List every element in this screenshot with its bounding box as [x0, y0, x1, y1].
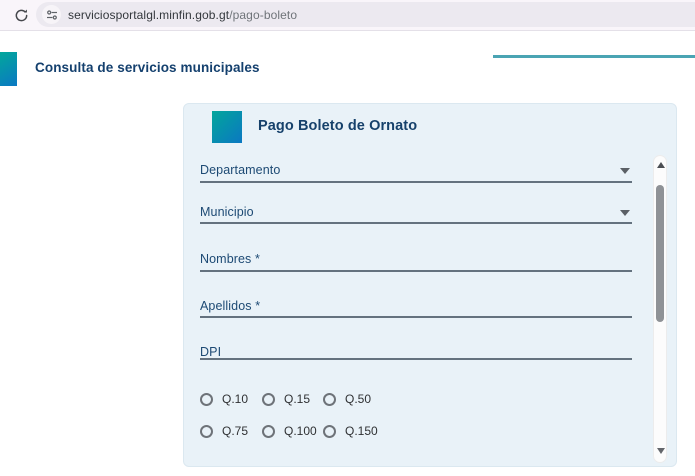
url-path: /pago-boleto [229, 7, 298, 22]
nombres-field-label: Nombres * [200, 252, 260, 266]
apellidos-field-label: Apellidos * [200, 299, 261, 313]
radio-circle-icon [323, 392, 336, 406]
departamento-select[interactable] [200, 181, 632, 183]
radio-q150[interactable]: Q.150 [323, 424, 378, 438]
site-info-button[interactable] [42, 5, 61, 24]
browser-toolbar: serviciosportalgl.minfin.gob.gt/pago-bol… [0, 0, 695, 31]
radio-q15[interactable]: Q.15 [262, 392, 310, 406]
municipio-select-label: Municipio [200, 205, 254, 219]
radio-circle-icon [200, 392, 213, 406]
pago-boleto-card [183, 103, 677, 467]
radio-q50[interactable]: Q.50 [323, 392, 371, 406]
url-bar[interactable]: serviciosportalgl.minfin.gob.gt/pago-bol… [36, 2, 695, 27]
radio-q10-label: Q.10 [222, 392, 249, 406]
radio-circle-icon [262, 392, 275, 406]
arrow-up-icon[interactable] [657, 162, 665, 168]
radio-q100[interactable]: Q.100 [262, 424, 317, 438]
tune-icon [46, 9, 58, 21]
radio-q50-label: Q.50 [345, 392, 372, 406]
chevron-down-icon[interactable] [620, 168, 630, 174]
municipio-select[interactable] [200, 222, 632, 224]
apellidos-field[interactable] [200, 316, 632, 318]
card-accent-icon [212, 111, 242, 143]
arrow-down-icon[interactable] [657, 448, 665, 454]
radio-q75-label: Q.75 [222, 424, 249, 438]
card-scrollbar[interactable] [653, 155, 667, 463]
chevron-down-icon[interactable] [620, 210, 630, 216]
radio-circle-icon [323, 424, 336, 438]
radio-q75[interactable]: Q.75 [200, 424, 248, 438]
dpi-field-label: DPI [200, 345, 222, 359]
nombres-field[interactable] [200, 270, 632, 272]
radio-q100-label: Q.100 [284, 424, 317, 438]
radio-q150-label: Q.150 [345, 424, 378, 438]
url-domain: serviciosportalgl.minfin.gob.gt [68, 7, 230, 22]
dpi-field[interactable] [200, 358, 632, 360]
header-teal-rule [493, 55, 695, 58]
radio-circle-icon [262, 424, 275, 438]
card-title: Pago Boleto de Ornato [258, 118, 418, 134]
radio-q10[interactable]: Q.10 [200, 392, 248, 406]
scrollbar-thumb[interactable] [656, 185, 664, 322]
radio-circle-icon [200, 424, 213, 438]
radio-q15-label: Q.15 [284, 392, 311, 406]
reload-icon [14, 8, 29, 23]
reload-button[interactable] [10, 4, 32, 26]
departamento-select-label: Departamento [200, 163, 281, 177]
browser-window: serviciosportalgl.minfin.gob.gt/pago-bol… [0, 0, 695, 476]
page-title: Consulta de servicios municipales [35, 60, 260, 75]
header-accent-square [0, 52, 17, 86]
url-display[interactable]: serviciosportalgl.minfin.gob.gt/pago-bol… [68, 2, 297, 27]
